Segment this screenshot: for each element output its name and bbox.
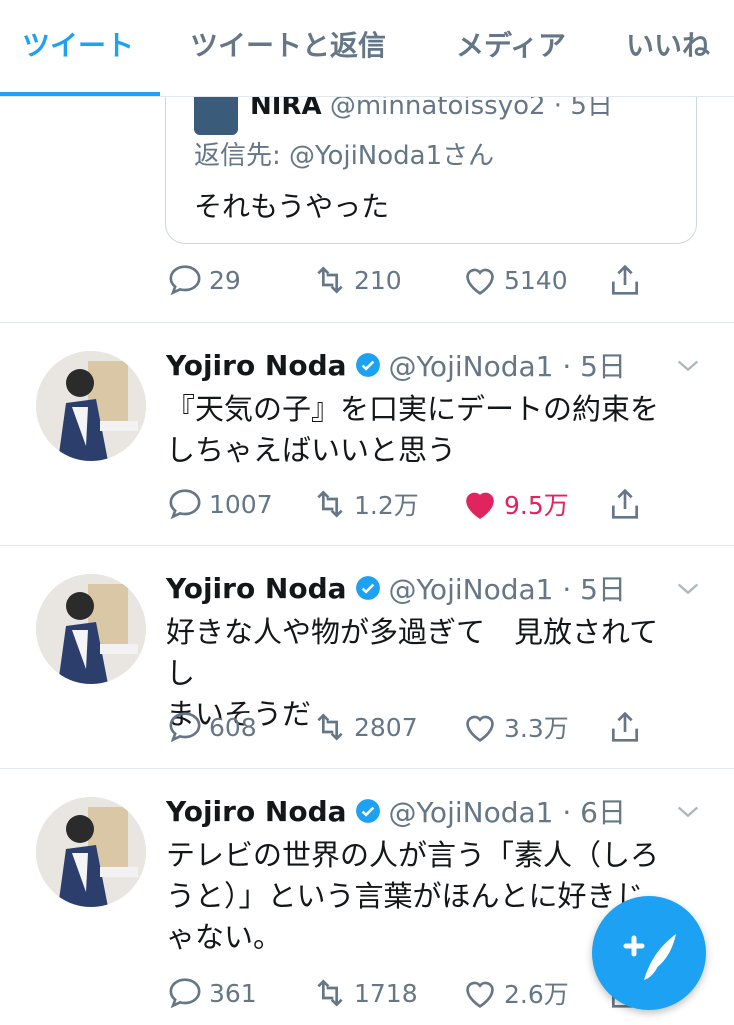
like-button[interactable]: 9.5万: [460, 482, 569, 526]
like-count: 2.6万: [504, 980, 569, 1009]
like-count: 3.3万: [504, 714, 569, 743]
retweet-count: 210: [354, 265, 402, 295]
like-icon: [466, 268, 494, 295]
share-button[interactable]: [605, 258, 645, 302]
reply-icon: [169, 712, 201, 743]
tweet[interactable]: Yojiro Noda @YojiNoda1 · 5日 『天気の子』を口実にデー…: [0, 322, 734, 546]
retweet-button[interactable]: 210: [310, 258, 402, 302]
reply-count: 361: [209, 978, 257, 1008]
tweet-header: Yojiro Noda @YojiNoda1 · 5日: [166, 345, 626, 385]
verified-icon: [355, 576, 380, 600]
reply-icon: [169, 978, 201, 1009]
like-button[interactable]: 3.3万: [460, 705, 569, 749]
reply-button[interactable]: 361: [165, 971, 257, 1015]
retweet-icon: [317, 490, 343, 518]
reply-button[interactable]: 29: [165, 258, 241, 302]
tab-tweets-and-replies[interactable]: ツイートと返信: [190, 0, 386, 96]
author-name[interactable]: Yojiro Noda: [166, 349, 347, 382]
author-name[interactable]: Yojiro Noda: [166, 572, 347, 605]
retweet-button[interactable]: 1718: [310, 971, 418, 1015]
share-icon: [612, 488, 638, 519]
tab-likes[interactable]: いいね: [626, 0, 710, 96]
verified-icon: [355, 353, 380, 377]
reply-button[interactable]: 608: [165, 705, 257, 749]
tweet-text: 『天気の子』を口実にデートの約束を しちゃえばいいと思う: [166, 392, 660, 467]
reply-icon: [169, 489, 201, 520]
reply-count: 608: [209, 712, 257, 742]
retweet-icon: [317, 266, 343, 294]
reply-count: 29: [209, 265, 241, 295]
reply-icon: [169, 265, 201, 296]
avatar[interactable]: [36, 351, 146, 461]
like-count: 9.5万: [504, 491, 569, 520]
author-handle-time[interactable]: @YojiNoda1 · 5日: [389, 345, 626, 385]
quoted-reply-to: 返信先: @YojiNoda1さん: [194, 141, 495, 171]
tweet-actions: 608 2807 3.3万: [165, 705, 685, 749]
chevron-down-icon[interactable]: [674, 574, 702, 602]
chevron-down-icon[interactable]: [674, 797, 702, 825]
like-icon: [466, 981, 494, 1008]
tweet[interactable]: Yojiro Noda @YojiNoda1 · 5日 好きな人や物が多過ぎて …: [0, 545, 734, 769]
author-name[interactable]: Yojiro Noda: [166, 795, 347, 828]
tweet-actions: 1007 1.2万 9.5万: [165, 482, 685, 526]
retweet-icon: [317, 713, 343, 741]
like-icon: [466, 715, 494, 742]
like-icon: [466, 492, 494, 519]
tab-tweets[interactable]: ツイート: [22, 0, 134, 96]
avatar[interactable]: [36, 574, 146, 684]
active-tab-indicator: [0, 92, 160, 96]
compose-tweet-button[interactable]: [592, 896, 706, 1010]
quoted-avatar: [194, 91, 238, 135]
like-button[interactable]: 5140: [460, 258, 568, 302]
tweet-actions: 29 210 5140: [165, 258, 685, 302]
author-handle-time[interactable]: @YojiNoda1 · 5日: [389, 568, 626, 608]
verified-icon: [355, 799, 380, 823]
quoted-text: それもうやった: [194, 190, 390, 223]
chevron-down-icon[interactable]: [674, 351, 702, 379]
share-button[interactable]: [605, 705, 645, 749]
retweet-count: 1.2万: [354, 491, 419, 520]
like-count: 5140: [504, 265, 568, 295]
tweet-header: Yojiro Noda @YojiNoda1 · 6日: [166, 791, 626, 831]
tweet-header: Yojiro Noda @YojiNoda1 · 5日: [166, 568, 626, 608]
reply-button[interactable]: 1007: [165, 482, 273, 526]
retweet-count: 1718: [354, 978, 418, 1008]
author-handle-time[interactable]: @YojiNoda1 · 6日: [389, 791, 626, 831]
compose-tweet-icon: [623, 934, 676, 980]
share-button[interactable]: [605, 482, 645, 526]
profile-tabs: ツイート ツイートと返信 メディア いいね: [0, 0, 734, 97]
retweet-count: 2807: [354, 712, 418, 742]
share-icon: [612, 264, 638, 295]
tab-media[interactable]: メディア: [456, 0, 566, 96]
like-button[interactable]: 2.6万: [460, 971, 569, 1015]
retweet-icon: [317, 979, 343, 1007]
avatar[interactable]: [36, 797, 146, 907]
share-icon: [612, 711, 638, 742]
retweet-button[interactable]: 2807: [310, 705, 418, 749]
retweet-button[interactable]: 1.2万: [310, 482, 419, 526]
reply-count: 1007: [209, 489, 273, 519]
